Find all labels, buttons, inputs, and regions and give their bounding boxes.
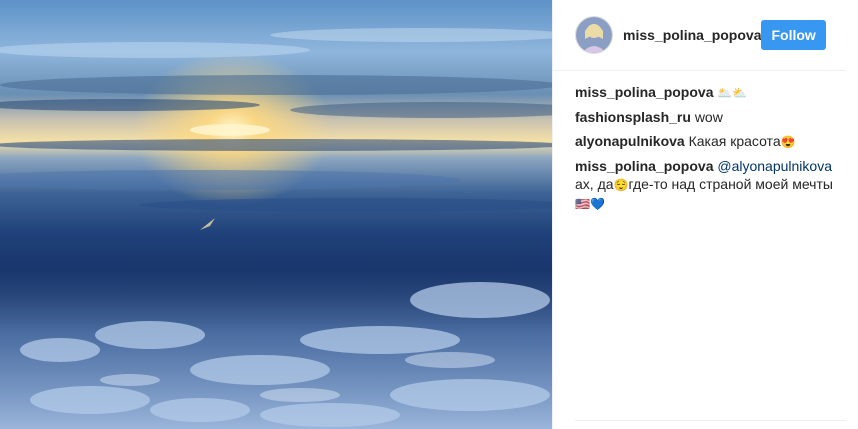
comment-text: где-то над страной моей мечты [628, 176, 833, 192]
mention-link[interactable]: @alyonapulnikova [717, 158, 832, 174]
relieved-emoji-icon: 😌 [613, 178, 629, 192]
post-sidebar: miss_polina_popova Follow miss_polina_po… [552, 0, 858, 429]
post-header: miss_polina_popova Follow [553, 0, 846, 71]
post-photo[interactable] [0, 0, 552, 429]
comment-text: wow [694, 109, 723, 125]
cloud-sun-emoji-icon: 🌥️⛅ [717, 86, 748, 100]
heart-eyes-emoji-icon: 😍 [780, 135, 796, 149]
comment-username[interactable]: miss_polina_popova [575, 158, 713, 174]
divider [575, 420, 846, 421]
comment: fashionsplash_ru wow [575, 108, 844, 126]
sunset-above-clouds-image [0, 0, 552, 429]
comments-list: miss_polina_popova 🌥️⛅ fashionsplash_ru … [553, 71, 858, 213]
comment: miss_polina_popova 🌥️⛅ [575, 83, 844, 102]
us-flag-heart-emoji-icon: 🇺🇸💙 [575, 197, 605, 211]
comment-text: Какая красота [688, 133, 781, 149]
comment-username[interactable]: alyonapulnikova [575, 133, 685, 149]
comment-username[interactable]: fashionsplash_ru [575, 109, 691, 125]
comment-username[interactable]: miss_polina_popova [575, 84, 713, 100]
post-username[interactable]: miss_polina_popova [623, 27, 761, 43]
instagram-post: miss_polina_popova Follow miss_polina_po… [0, 0, 858, 429]
follow-button[interactable]: Follow [761, 20, 826, 50]
comment: alyonapulnikova Какая красота😍 [575, 132, 844, 151]
avatar[interactable] [575, 16, 613, 54]
comment-text: ах, да [575, 176, 614, 192]
comment: miss_polina_popova @alyonapulnikova ах, … [575, 157, 844, 213]
